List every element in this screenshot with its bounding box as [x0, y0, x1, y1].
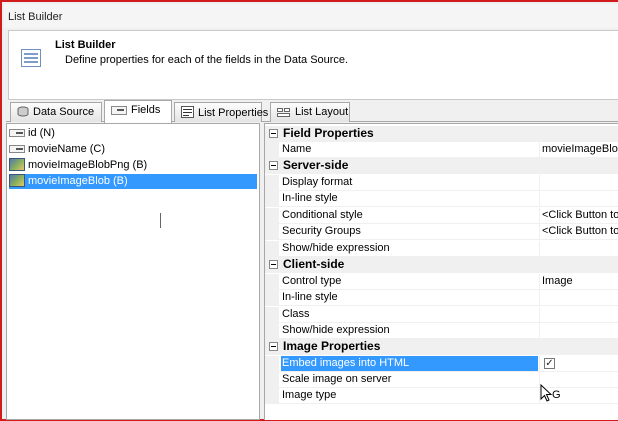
property-row-name[interactable]: Name movieImageBlob	[265, 142, 618, 158]
tab-fields[interactable]: Fields	[104, 100, 172, 123]
property-row-inline-style[interactable]: In-line style	[265, 191, 618, 207]
header-title: List Builder	[55, 39, 116, 51]
property-row-client-inline-style[interactable]: In-line style	[265, 290, 618, 306]
category-label: Client-side	[283, 257, 345, 271]
property-name: In-line style	[282, 291, 338, 303]
category-label: Field Properties	[283, 126, 374, 140]
property-value[interactable]	[539, 290, 618, 305]
property-row-security-groups[interactable]: Security Groups <Click Button to	[265, 224, 618, 240]
title-bar: List Builder	[4, 4, 618, 28]
tab-strip: Data Source Fields List Properties List …	[6, 100, 618, 123]
property-value[interactable]	[539, 241, 618, 256]
tab-label: Fields	[131, 104, 161, 116]
field-label: id (N)	[28, 127, 55, 139]
category-server-side[interactable]: Server-side	[265, 158, 618, 174]
collapse-icon[interactable]	[269, 260, 278, 269]
window-title: List Builder	[8, 11, 63, 23]
property-name: Scale image on server	[282, 373, 392, 385]
category-image-properties[interactable]: Image Properties	[265, 339, 618, 355]
collapse-icon[interactable]	[269, 342, 278, 351]
property-grid: Field Properties Name movieImageBlob Ser…	[264, 123, 618, 420]
property-value[interactable]: movieImageBlob	[539, 142, 618, 157]
field-item-moviename[interactable]: movieName (C)	[9, 142, 257, 157]
property-name: Show/hide expression	[282, 324, 390, 336]
layout-icon	[277, 108, 290, 117]
tab-list-layout[interactable]: List Layout	[270, 102, 350, 122]
list-builder-icon	[21, 49, 41, 67]
property-row-display-format[interactable]: Display format	[265, 175, 618, 191]
category-label: Server-side	[283, 158, 349, 172]
property-name: Name	[282, 143, 312, 155]
property-value[interactable]: <Click Button to	[539, 224, 618, 239]
field-label: movieImageBlob (B)	[28, 175, 128, 187]
tab-label: List Properties	[198, 107, 269, 119]
field-item-movieimageblob[interactable]: movieImageBlob (B)	[9, 174, 257, 189]
tab-data-source[interactable]: Data Source	[10, 102, 102, 122]
field-item-id[interactable]: id (N)	[9, 126, 257, 141]
property-row-client-show-hide-expression[interactable]: Show/hide expression	[265, 323, 618, 339]
property-name: Security Groups	[282, 225, 361, 237]
property-name: Embed images into HTML	[281, 356, 538, 371]
property-name: Class	[282, 308, 310, 320]
property-value[interactable]: ✓	[539, 356, 618, 371]
property-name: Control type	[282, 275, 342, 287]
field-icon	[111, 106, 127, 115]
database-icon	[17, 106, 29, 117]
property-value[interactable]	[539, 307, 618, 322]
text-field-icon	[9, 129, 25, 137]
tab-label: Data Source	[33, 106, 95, 118]
property-row-embed-images[interactable]: Embed images into HTML ✓	[265, 356, 618, 372]
property-value[interactable]	[539, 175, 618, 190]
mouse-pointer-icon	[540, 384, 553, 402]
property-row-scale-image[interactable]: Scale image on server	[265, 372, 618, 388]
category-client-side[interactable]: Client-side	[265, 257, 618, 273]
property-name: Display format	[282, 176, 353, 188]
image-field-icon	[9, 174, 25, 187]
property-value[interactable]	[539, 323, 618, 338]
tab-label: List Layout	[295, 106, 349, 118]
category-field-properties[interactable]: Field Properties	[265, 126, 618, 142]
text-field-icon	[9, 145, 25, 153]
property-row-image-type[interactable]: Image type G	[265, 388, 618, 404]
property-value[interactable]: Image	[539, 274, 618, 289]
property-value[interactable]: <Click Button to	[539, 208, 618, 223]
field-label: movieImageBlobPng (B)	[28, 159, 148, 171]
properties-icon	[181, 106, 194, 118]
field-label: movieName (C)	[28, 143, 106, 155]
property-name: In-line style	[282, 192, 338, 204]
property-row-class[interactable]: Class	[265, 307, 618, 323]
tab-list-properties[interactable]: List Properties	[174, 102, 268, 122]
collapse-icon[interactable]	[269, 161, 278, 170]
fields-list: id (N) movieName (C) movieImageBlobPng (…	[6, 123, 260, 420]
property-name: Conditional style	[282, 209, 363, 221]
field-item-movieimageblobpng[interactable]: movieImageBlobPng (B)	[9, 158, 257, 173]
property-name: Show/hide expression	[282, 242, 390, 254]
category-label: Image Properties	[283, 339, 381, 353]
property-row-conditional-style[interactable]: Conditional style <Click Button to	[265, 208, 618, 224]
collapse-icon[interactable]	[269, 129, 278, 138]
header-description: Define properties for each of the fields…	[65, 54, 349, 66]
image-field-icon	[9, 158, 25, 171]
text-caret	[160, 213, 161, 228]
property-value[interactable]	[539, 191, 618, 206]
property-row-control-type[interactable]: Control type Image	[265, 274, 618, 290]
property-name: Image type	[282, 389, 337, 401]
property-row-show-hide-expression[interactable]: Show/hide expression	[265, 241, 618, 257]
header-panel: List Builder Define properties for each …	[8, 30, 618, 100]
embed-images-checkbox[interactable]: ✓	[544, 358, 555, 369]
